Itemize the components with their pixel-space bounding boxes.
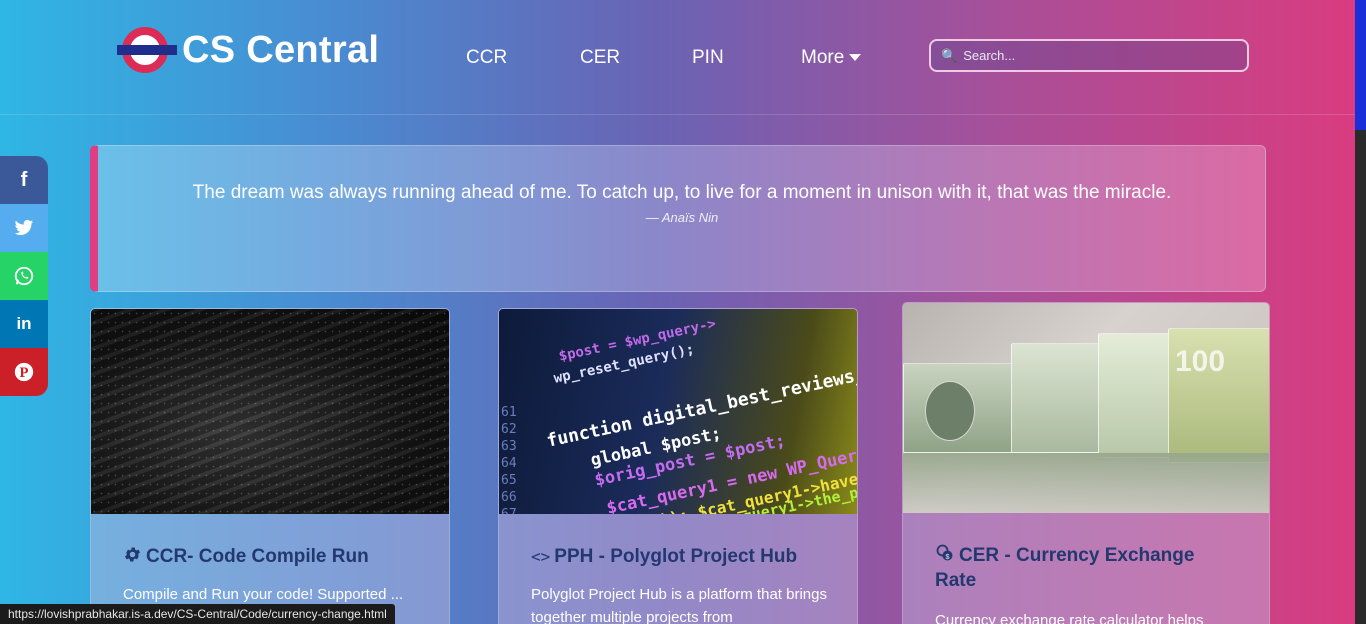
card-pph[interactable]: $post = $wp_query-> wp_reset_query(); fu…: [498, 308, 858, 624]
card-ccr[interactable]: CCR- Code Compile Run Compile and Run yo…: [90, 308, 450, 624]
card-title[interactable]: $ CER - Currency Exchange Rate: [935, 543, 1235, 593]
bill: [1098, 333, 1178, 458]
scrollbar-thumb[interactable]: [1355, 0, 1366, 130]
twitter-share-button[interactable]: [0, 204, 48, 252]
caret-down-icon: [849, 54, 862, 62]
card-cer[interactable]: 100 $ CER - Currency Exchange Rate Curren…: [902, 302, 1270, 624]
card-image-money: 100: [903, 303, 1269, 513]
linkedin-icon: in: [16, 314, 32, 333]
pinterest-share-button[interactable]: P: [0, 348, 48, 396]
whatsapp-share-button[interactable]: [0, 252, 48, 300]
nav-more-label: More: [801, 47, 845, 68]
banknote-value: 100: [1175, 345, 1226, 378]
line-numbers: 61626364656667: [501, 405, 517, 514]
svg-text:P: P: [20, 365, 29, 381]
quote-panel: The dream was always running ahead of me…: [90, 145, 1266, 292]
coins-icon: $: [936, 544, 953, 561]
card-image-code: $post = $wp_query-> wp_reset_query(); fu…: [499, 309, 857, 514]
card-title-text: PPH - Polyglot Project Hub: [554, 546, 798, 567]
roundel-logo-icon: [117, 26, 177, 74]
link-status-bar: https://lovishprabhakar.is-a.dev/CS-Cent…: [0, 604, 395, 624]
nav-cer[interactable]: CER: [580, 47, 620, 69]
card-description: Polyglot Project Hub is a platform that …: [531, 586, 827, 624]
search-box[interactable]: 🔍: [929, 39, 1249, 72]
nav-pin[interactable]: PIN: [692, 47, 724, 69]
card-title[interactable]: CCR- Code Compile Run: [123, 544, 423, 569]
card-image-sand: [91, 309, 449, 514]
logo[interactable]: CS Central: [117, 26, 379, 74]
whatsapp-icon: [14, 266, 34, 286]
nav-more[interactable]: More: [801, 47, 862, 69]
pinterest-icon: P: [14, 362, 34, 382]
site-header: CS Central CCR CER PIN More 🔍: [0, 0, 1355, 115]
card-title-text: CCR- Code Compile Run: [146, 546, 369, 567]
logo-text: CS Central: [182, 28, 380, 71]
nav-ccr[interactable]: CCR: [466, 47, 507, 69]
social-share-bar: f in P: [0, 156, 48, 396]
facebook-share-button[interactable]: f: [0, 156, 48, 204]
gear-icon: [124, 547, 141, 562]
search-input[interactable]: [963, 48, 1234, 63]
bill-reflection: [903, 453, 1269, 513]
card-title-text: CER - Currency Exchange Rate: [935, 545, 1195, 591]
card-description: Currency exchange rate calculator helps: [935, 612, 1204, 624]
twitter-icon: [14, 219, 34, 235]
linkedin-share-button[interactable]: in: [0, 300, 48, 348]
code-icon: <>: [531, 547, 551, 566]
bill-portrait: [925, 381, 975, 441]
search-icon: 🔍: [941, 47, 958, 63]
quote-text: The dream was always running ahead of me…: [192, 182, 1172, 203]
card-title[interactable]: <> PPH - Polyglot Project Hub: [531, 544, 831, 569]
quote-author: — Anaïs Nin: [645, 210, 719, 225]
bill: [1011, 343, 1106, 453]
facebook-icon: f: [20, 168, 28, 191]
